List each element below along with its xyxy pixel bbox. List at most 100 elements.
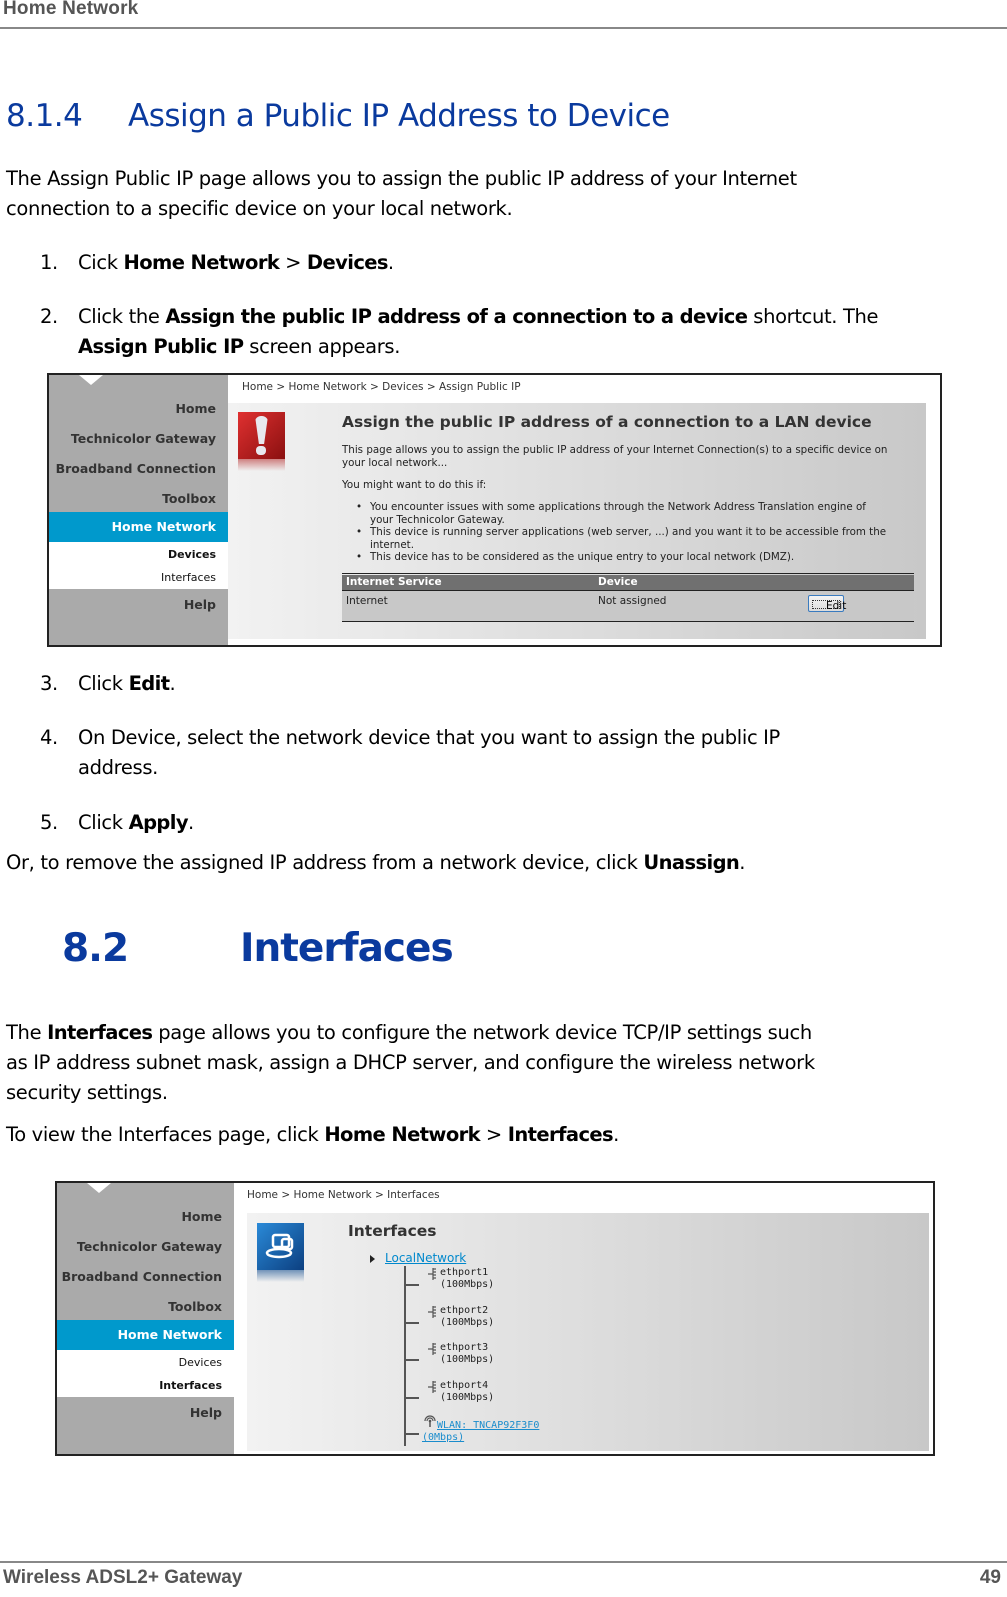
nav-subitem-devices[interactable]: Devices [168,548,216,561]
nav-item-broadband-connection[interactable]: Broadband Connection [62,1269,222,1284]
footer-product-name: Wireless ADSL2+ Gateway [3,1567,243,1588]
step-emphasis: Home Network [123,251,280,274]
assignment-table: Internet Service Device Internet Not ass… [342,573,914,622]
might-want-text: You might want to do this if: [342,479,487,491]
nav-subitem-interfaces[interactable]: Interfaces [159,1379,222,1392]
step-text: shortcut. The [747,305,879,328]
step-text: screen appears. [243,335,401,358]
nav-item-toolbox[interactable]: Toolbox [162,491,216,506]
breadcrumb: Home > Home Network > Devices > Assign P… [242,381,521,393]
step-text: . [169,672,176,695]
step-1: 1. Cick Home Network > Devices. [40,248,394,278]
ethernet-port-icon [428,1381,436,1393]
step-emphasis: Apply [128,811,189,834]
nav-item-home-network[interactable]: Home Network [49,512,228,542]
section-heading-8-2: 8.2 Interfaces [62,926,454,971]
section-number: 8.2 [62,926,129,971]
desc-line: your local network... [342,456,448,469]
nav-item-help[interactable]: Help [190,1405,222,1420]
view-text: . [613,1123,619,1146]
tree-branch [404,1433,419,1435]
note-text: Or, to remove the assigned IP address fr… [6,851,644,874]
nav-item-broadband-connection[interactable]: Broadband Connection [56,461,216,476]
nav-item-technicolor-gateway[interactable]: Technicolor Gateway [77,1239,222,1254]
step-text: > [279,251,307,274]
nav-item-home[interactable]: Home [175,401,216,416]
content-panel: Assign the public IP address of a connec… [228,403,926,639]
view-text: To view the Interfaces page, click [6,1123,325,1146]
nav-notch [79,375,103,385]
nav-item-home-network[interactable]: Home Network [57,1320,234,1350]
step-number: 5. [40,811,58,834]
table-row: Internet Not assigned Edit [342,591,914,621]
section-title: Assign a Public IP Address to Device [128,98,670,134]
view-text: > [480,1123,508,1146]
step-number: 4. [40,726,58,749]
section-title: Interfaces [240,926,454,971]
reason-item: • This device has to be considered as the… [356,551,795,563]
desc-line: This page allows you to assign the publi… [342,444,888,456]
step-emphasis: Assign the public IP address of a connec… [165,305,748,328]
section-number: 8.1.4 [6,98,83,134]
step-text: Click [78,811,129,834]
nav-item-help[interactable]: Help [184,597,216,612]
reason-item: • This device is running server applicati… [356,526,887,551]
local-network-link[interactable]: LocalNetwork [385,1251,466,1265]
section-heading-8-1-4: 8.1.4 Assign a Public IP Address to Devic… [6,98,670,134]
ethernet-port-icon [428,1268,436,1280]
step-emphasis: Edit [128,672,170,695]
nav-submenu: Devices Interfaces [49,542,228,589]
expand-arrow-icon[interactable] [370,1255,375,1263]
page-number: 49 [979,1567,1001,1588]
intro-paragraph: The Assign Public IP page allows you to … [6,164,797,224]
col-internet-service: Internet Service [346,576,442,588]
step-text: address. [78,756,159,779]
cell-service: Internet [346,595,388,607]
wlan-link[interactable]: WLAN: TNCAP92F3F0 [437,1420,539,1432]
step-text: Cick [78,251,124,274]
wireless-antenna-icon [424,1415,436,1427]
step-number: 2. [40,305,58,328]
screenshot-assign-public-ip: Home Technicolor Gateway Broadband Conne… [47,373,942,647]
nav-subitem-interfaces[interactable]: Interfaces [161,571,216,584]
view-emphasis: Interfaces [507,1123,614,1146]
sidebar-nav: Home Technicolor Gateway Broadband Conne… [49,375,228,645]
nav-submenu: Devices Interfaces [57,1350,234,1397]
nav-item-toolbox[interactable]: Toolbox [168,1299,222,1314]
port-item-ethport1: ethport1 (100Mbps) [440,1267,495,1290]
step-text: On Device, select the network device tha… [78,726,780,749]
step-text: Click the [78,305,166,328]
step-5: 5. Click Apply. [40,808,194,838]
intro-text: page allows you to configure the network… [152,1021,812,1044]
intro-line: The Assign Public IP page allows you to … [6,167,797,190]
step-4: 4. On Device, select the network device t… [40,723,780,783]
nav-item-technicolor-gateway[interactable]: Technicolor Gateway [71,431,216,446]
remove-note: Or, to remove the assigned IP address fr… [6,848,745,878]
port-item-ethport2: ethport2 (100Mbps) [440,1305,495,1328]
nav-active-label: Home Network [111,519,216,534]
nav-subitem-devices[interactable]: Devices [179,1356,222,1369]
wlan-speed-link[interactable]: (0Mbps) [422,1432,464,1444]
cell-device: Not assigned [598,595,667,607]
note-text: . [739,851,746,874]
tree-branch [404,1397,419,1399]
footer-rule [0,1561,1007,1563]
tree-branch [404,1322,419,1324]
intro-text: security settings. [6,1081,168,1104]
step-text: . [187,811,194,834]
panel-title: Assign the public IP address of a connec… [342,413,872,431]
panel-description: This page allows you to assign the publi… [342,444,887,469]
nav-notch [87,1183,111,1193]
tree-branch [404,1359,419,1361]
nav-item-home[interactable]: Home [181,1209,222,1224]
content-panel: Interfaces LocalNetwork ethport1 (100Mbps… [247,1213,929,1451]
intro-text: as IP address subnet mask, assign a DHCP… [6,1051,815,1074]
table-header: Internet Service Device [342,575,914,591]
tree-branch [404,1284,419,1286]
step-emphasis: Devices [306,251,389,274]
step-text: Click [78,672,129,695]
nav-active-label: Home Network [117,1327,222,1342]
panel-title: Interfaces [348,1222,437,1240]
alert-icon [238,412,285,471]
edit-button[interactable]: Edit [808,595,846,612]
